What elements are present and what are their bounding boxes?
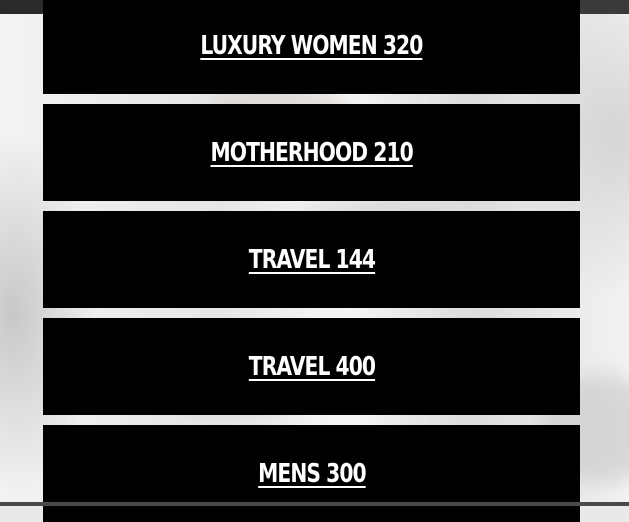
category-card-luxury-women[interactable]: LUXURY WOMEN 320	[43, 0, 580, 94]
category-link[interactable]: LUXURY WOMEN 320	[200, 31, 423, 61]
category-link[interactable]: TRAVEL 144	[248, 245, 375, 275]
category-link[interactable]: TRAVEL 400	[248, 352, 375, 382]
category-card-motherhood[interactable]: MOTHERHOOD 210	[43, 104, 580, 201]
category-card-mens[interactable]: MENS 300	[43, 425, 580, 522]
category-card-travel-144[interactable]: TRAVEL 144	[43, 211, 580, 308]
category-card-travel-400[interactable]: TRAVEL 400	[43, 318, 580, 415]
category-link[interactable]: MENS 300	[258, 459, 366, 489]
category-link[interactable]: MOTHERHOOD 210	[210, 138, 413, 168]
bottom-scroll-edge	[0, 502, 629, 506]
